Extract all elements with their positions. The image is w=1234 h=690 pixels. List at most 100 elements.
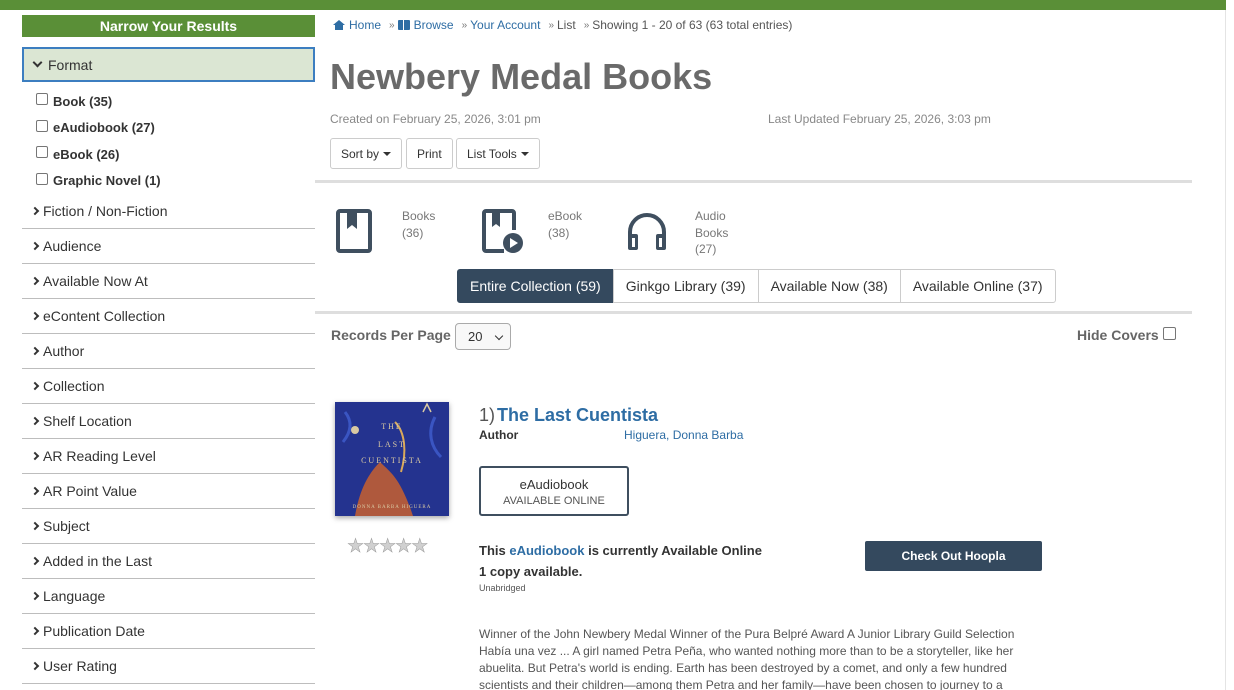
availability-status: This eAudiobook is currently Available O… xyxy=(479,543,762,558)
ebook-icon[interactable] xyxy=(478,208,524,254)
check-out-hoopla-button[interactable]: Check Out Hoopla xyxy=(865,541,1042,571)
tab-available-now[interactable]: Available Now (38) xyxy=(757,269,901,303)
format-option-label: Book (35) xyxy=(53,93,113,109)
facet-label: Added in the Last xyxy=(43,553,152,569)
breadcrumb-browse[interactable]: Browse xyxy=(414,18,454,32)
hide-covers-checkbox[interactable] xyxy=(1163,327,1176,340)
chevron-right-icon xyxy=(30,276,40,286)
format-option-graphic-novel[interactable]: Graphic Novel (1) xyxy=(36,168,315,195)
chevron-right-icon xyxy=(30,311,40,321)
cover-text: CUENTISTA xyxy=(361,456,423,465)
format-checkbox[interactable] xyxy=(36,93,48,106)
breadcrumb-separator: » xyxy=(583,19,590,31)
sort-by-button[interactable]: Sort by xyxy=(330,138,403,169)
author-label: Author xyxy=(479,428,519,442)
hide-covers-label: Hide Covers xyxy=(1077,327,1159,343)
availability-text: This xyxy=(479,543,506,558)
format-ebook[interactable]: eBook (38) xyxy=(548,208,582,241)
format-audio-books[interactable]: Audio Books (27) xyxy=(695,208,728,258)
tab-ginkgo-library[interactable]: Ginkgo Library (39) xyxy=(612,269,759,303)
breadcrumb-separator: » xyxy=(389,19,395,31)
facet-subject[interactable]: Subject xyxy=(22,509,315,544)
chevron-right-icon xyxy=(30,661,40,671)
format-checkbox[interactable] xyxy=(36,172,48,185)
format-books[interactable]: Books (36) xyxy=(402,208,435,241)
divider xyxy=(315,180,1192,183)
facet-publication-date[interactable]: Publication Date xyxy=(22,614,315,649)
chevron-right-icon xyxy=(30,556,40,566)
sidebar-header: Narrow Your Results xyxy=(22,15,315,37)
divider xyxy=(315,311,1192,314)
facet-shelf-location[interactable]: Shelf Location xyxy=(22,404,315,439)
list-tools-button[interactable]: List Tools xyxy=(456,138,540,169)
facet-added-in-last[interactable]: Added in the Last xyxy=(22,544,315,579)
chevron-right-icon xyxy=(30,381,40,391)
format-audio-label: Audio xyxy=(695,209,726,223)
availability-text: is currently Available Online xyxy=(588,543,762,558)
breadcrumb-list: List xyxy=(557,18,576,32)
result-count: Showing 1 - 20 of 63 (63 total entries) xyxy=(592,18,793,32)
format-option-book[interactable]: Book (35) xyxy=(36,88,315,115)
tab-entire-collection[interactable]: Entire Collection (59) xyxy=(457,269,614,303)
availability-format-link[interactable]: eAudiobook xyxy=(509,543,584,558)
star-rating[interactable]: ★ ★ ★ ★ ★ xyxy=(347,537,429,557)
top-brand-bar xyxy=(0,0,1226,10)
breadcrumb-account[interactable]: Your Account xyxy=(470,18,540,32)
book-open-icon xyxy=(397,20,410,30)
facet-language[interactable]: Language xyxy=(22,579,315,614)
format-button[interactable]: eAudiobook AVAILABLE ONLINE xyxy=(479,466,629,516)
facet-label: Collection xyxy=(43,378,105,394)
format-checkbox[interactable] xyxy=(36,146,48,159)
star-icon[interactable]: ★ xyxy=(395,537,413,557)
star-icon[interactable]: ★ xyxy=(363,537,381,557)
cover-text: LAST xyxy=(378,440,406,449)
facet-format[interactable]: Format xyxy=(22,47,315,82)
format-option-label: Graphic Novel (1) xyxy=(53,173,161,189)
facet-label: AR Point Value xyxy=(43,483,137,499)
facet-label: eContent Collection xyxy=(43,308,166,324)
author-link[interactable]: Higuera, Donna Barba xyxy=(624,428,743,442)
format-option-eaudiobook[interactable]: eAudiobook (27) xyxy=(36,115,315,142)
caret-down-icon xyxy=(383,151,392,156)
breadcrumb-separator: » xyxy=(461,19,468,31)
records-per-page-select[interactable]: 20 xyxy=(455,323,511,350)
facet-fiction-nonfiction[interactable]: Fiction / Non-Fiction xyxy=(22,194,315,229)
facet-label: AR Reading Level xyxy=(43,448,156,464)
format-option-label: eAudiobook (27) xyxy=(53,120,155,136)
edition-note: Unabridged xyxy=(479,583,526,593)
print-button[interactable]: Print xyxy=(406,138,453,169)
facet-label: Subject xyxy=(43,518,90,534)
star-icon[interactable]: ★ xyxy=(379,537,397,557)
cover-text: DONNA BARBA HIGUERA xyxy=(352,505,432,510)
tab-available-online[interactable]: Available Online (37) xyxy=(899,269,1056,303)
chevron-right-icon xyxy=(30,241,40,251)
records-per-page-label: Records Per Page xyxy=(331,327,451,343)
facet-audience[interactable]: Audience xyxy=(22,229,315,264)
star-icon[interactable]: ★ xyxy=(411,537,429,557)
facet-author[interactable]: Author xyxy=(22,334,315,369)
book-cover[interactable]: THE LAST CUENTISTA DONNA BARBA HIGUERA xyxy=(335,402,449,516)
facet-label: Language xyxy=(43,588,106,604)
headphones-icon[interactable] xyxy=(624,208,670,254)
star-icon[interactable]: ★ xyxy=(347,537,365,557)
format-checkbox[interactable] xyxy=(36,119,48,132)
facet-user-rating[interactable]: User Rating xyxy=(22,649,315,684)
facet-collection[interactable]: Collection xyxy=(22,369,315,404)
book-icon[interactable] xyxy=(333,208,379,254)
facet-available-now-at[interactable]: Available Now At xyxy=(22,264,315,299)
chevron-down-icon xyxy=(32,57,43,68)
facet-econtent-collection[interactable]: eContent Collection xyxy=(22,299,315,334)
breadcrumb-home[interactable]: Home xyxy=(349,18,381,32)
chevron-down-icon xyxy=(494,331,504,341)
facet-label: Available Now At xyxy=(43,273,148,289)
facet-ar-reading-level[interactable]: AR Reading Level xyxy=(22,439,315,474)
format-audio-label: Books xyxy=(695,225,729,240)
record-title-link[interactable]: The Last Cuentista xyxy=(497,405,658,426)
chevron-right-icon xyxy=(30,486,40,496)
facet-label: Fiction / Non-Fiction xyxy=(43,203,168,219)
page-title: Newbery Medal Books xyxy=(330,56,713,97)
format-option-ebook[interactable]: eBook (26) xyxy=(36,141,315,168)
cover-text: THE xyxy=(381,422,403,431)
facet-label: Publication Date xyxy=(43,623,145,639)
facet-ar-point-value[interactable]: AR Point Value xyxy=(22,474,315,509)
